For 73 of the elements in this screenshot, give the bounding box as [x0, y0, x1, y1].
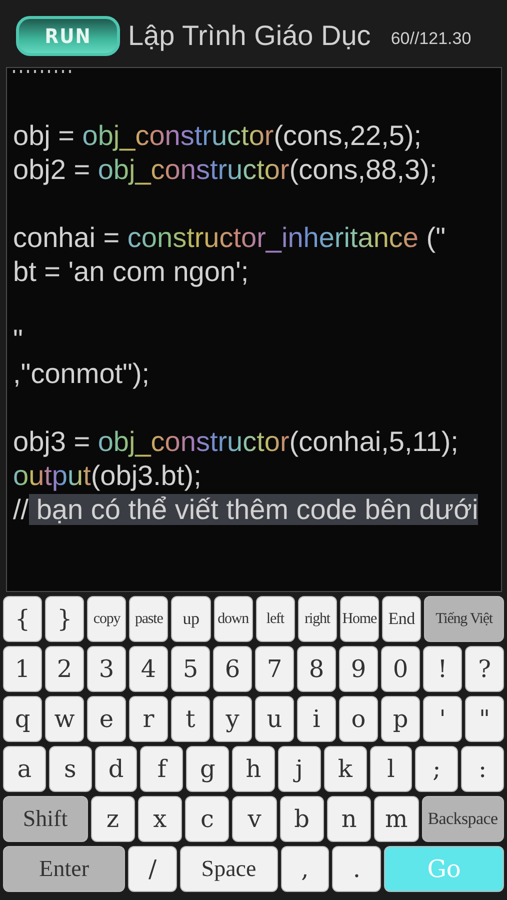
keyboard-key[interactable]: q — [3, 696, 42, 742]
code-line: output(obj3.bt); — [13, 459, 202, 493]
keyboard-key[interactable]: b — [280, 796, 324, 842]
keyboard-key[interactable]: 1 — [3, 646, 42, 692]
keyboard-key[interactable]: 7 — [255, 646, 294, 692]
keyboard-key[interactable]: r — [129, 696, 168, 742]
code-line: obj2 = obj_constructor(cons,88,3); — [13, 153, 438, 187]
keyboard-key[interactable]: h — [232, 746, 275, 792]
keyboard-key[interactable]: o — [339, 696, 378, 742]
keyboard-key[interactable]: 5 — [171, 646, 210, 692]
keyboard-key[interactable]: p — [381, 696, 420, 742]
keyboard-key[interactable]: . — [332, 846, 382, 892]
keyboard-key[interactable]: Enter — [3, 846, 126, 892]
keyboard-key[interactable]: 3 — [87, 646, 126, 692]
keyboard-key[interactable]: ; — [415, 746, 458, 792]
code-line: obj3 = obj_constructor(conhai,5,11); — [13, 425, 460, 459]
code-line: // bạn có thể viết thêm code bên dưới — [13, 493, 480, 527]
keyboard-key[interactable]: j — [278, 746, 321, 792]
keyboard-key[interactable]: left — [256, 596, 295, 642]
keyboard-key[interactable]: x — [138, 796, 182, 842]
keyboard-key[interactable]: d — [94, 746, 138, 792]
keyboard-key[interactable]: , — [280, 846, 330, 892]
keyboard-key[interactable]: 8 — [297, 646, 336, 692]
keyboard-key[interactable]: " — [465, 696, 504, 742]
keyboard-key[interactable]: paste — [129, 596, 168, 642]
keyboard-key[interactable]: l — [370, 746, 412, 792]
keyboard-key[interactable]: w — [45, 696, 84, 742]
keyboard-key[interactable]: ! — [423, 646, 462, 692]
selected-text: bạn có thể viết thêm code bên dưới — [28, 494, 478, 525]
keyboard-key[interactable]: { — [3, 596, 42, 642]
code-line: obj = obj_constructor(cons,22,5); — [13, 119, 423, 153]
keyboard-key[interactable]: y — [213, 696, 252, 742]
keyboard-key[interactable]: g — [186, 746, 230, 792]
keyboard-key[interactable]: Home — [340, 596, 379, 642]
code-line: " — [13, 323, 24, 357]
keyboard-key[interactable]: } — [45, 596, 84, 642]
keyboard-key[interactable]: copy — [87, 596, 126, 642]
keyboard-key[interactable]: / — [128, 846, 177, 892]
keyboard-key[interactable]: t — [171, 696, 210, 742]
keyboard-key[interactable]: v — [232, 796, 277, 842]
keyboard-key[interactable]: Tiếng Việt — [424, 596, 504, 642]
keyboard-key[interactable]: 0 — [381, 646, 420, 692]
keyboard-key[interactable]: Backspace — [422, 796, 504, 842]
keyboard-key[interactable]: Shift — [3, 796, 88, 842]
code-line: ,"conmot"); — [13, 357, 151, 391]
keyboard-key[interactable]: End — [382, 596, 422, 642]
keyboard-key[interactable]: i — [297, 696, 336, 742]
keyboard-key[interactable]: e — [87, 696, 126, 742]
keyboard-key[interactable]: m — [374, 796, 419, 842]
keyboard-key[interactable]: ' — [423, 696, 462, 742]
code-line: bt = 'an com ngon'; — [13, 255, 250, 289]
keyboard-key[interactable]: n — [326, 796, 372, 842]
keyboard-key[interactable]: a — [3, 746, 46, 792]
keyboard-key[interactable]: right — [298, 596, 337, 642]
keyboard-key[interactable]: : — [461, 746, 504, 792]
keyboard-key[interactable]: Space — [180, 846, 278, 892]
clipped-text-drawing — [13, 70, 71, 73]
app-title: Lập Trình Giáo Dục — [128, 20, 371, 52]
keyboard-key[interactable]: 6 — [213, 646, 252, 692]
keyboard-key[interactable]: 4 — [129, 646, 168, 692]
keyboard-key[interactable]: u — [255, 696, 294, 742]
keyboard-key[interactable]: f — [140, 746, 184, 792]
keyboard-key[interactable]: c — [185, 796, 230, 842]
counter-text: 60//121.30 — [390, 28, 472, 48]
keyboard-key[interactable]: up — [171, 596, 211, 642]
keyboard-key[interactable]: 9 — [339, 646, 378, 692]
keyboard-key[interactable]: down — [214, 596, 253, 642]
keyboard-key[interactable]: z — [90, 796, 135, 842]
code-editor[interactable] — [6, 67, 502, 592]
keyboard-key[interactable]: 2 — [45, 646, 84, 692]
keyboard-key[interactable]: k — [324, 746, 366, 792]
keyboard-key[interactable]: s — [48, 746, 92, 792]
keyboard-key[interactable]: ? — [465, 646, 504, 692]
